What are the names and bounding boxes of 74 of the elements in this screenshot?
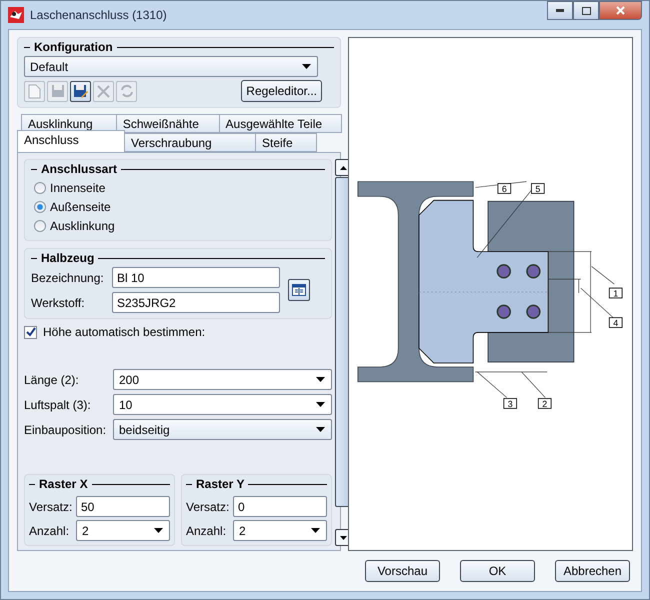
field-label: Luftspalt (3): bbox=[24, 398, 92, 412]
close-button[interactable] bbox=[599, 1, 642, 20]
radio-button[interactable] bbox=[34, 200, 46, 212]
radio-label: Außenseite bbox=[50, 200, 111, 214]
field-label: Einbauposition: bbox=[24, 422, 108, 436]
floppy-disk-pencil-icon bbox=[73, 84, 88, 98]
caret-icon bbox=[316, 377, 325, 382]
up-arrow-icon bbox=[340, 166, 347, 170]
callout-label: 3 bbox=[503, 398, 518, 409]
radio-label: Innenseite bbox=[50, 180, 106, 194]
field-label: Versatz: bbox=[186, 500, 230, 514]
checkbox-label: Höhe automatisch bestimmen: bbox=[43, 325, 206, 339]
tab[interactable]: Ausgewählte Teile bbox=[218, 114, 342, 133]
dropdown-field[interactable]: 2 bbox=[76, 520, 170, 541]
minimize-button[interactable] bbox=[547, 1, 573, 20]
group-title: Konfiguration bbox=[34, 40, 113, 54]
field-label: Versatz: bbox=[29, 500, 73, 514]
radio-option[interactable]: Innenseite bbox=[31, 178, 325, 197]
text-field[interactable]: Bl 10 bbox=[112, 267, 280, 288]
radio-label: Ausklinkung bbox=[50, 218, 115, 232]
radio-option[interactable]: Ausklinkung bbox=[31, 216, 325, 235]
checkmark-icon bbox=[26, 327, 36, 337]
checkbox[interactable] bbox=[24, 326, 37, 338]
catalog-button[interactable] bbox=[288, 279, 310, 301]
group-title: Raster Y bbox=[196, 477, 244, 491]
group-title: Halbzeug bbox=[41, 251, 94, 265]
down-arrow-icon bbox=[340, 536, 347, 540]
tab[interactable]: Verschraubung bbox=[124, 133, 256, 152]
caret-icon bbox=[316, 427, 325, 432]
new-document-icon bbox=[28, 84, 41, 98]
dropdown-field[interactable]: 200 bbox=[113, 369, 332, 390]
cancel-button[interactable]: Abbrechen bbox=[555, 560, 630, 582]
caret-icon bbox=[154, 528, 163, 533]
callout-label: 6 bbox=[498, 183, 512, 194]
callout-label: 4 bbox=[608, 317, 623, 328]
preview-button[interactable]: Vorschau bbox=[365, 560, 440, 582]
rule-editor-button[interactable]: Regeleditor... bbox=[241, 80, 322, 102]
tab[interactable]: Anschluss bbox=[17, 130, 125, 152]
refresh-icon bbox=[120, 84, 134, 98]
caret-icon bbox=[316, 402, 325, 407]
radio-button[interactable] bbox=[34, 182, 46, 194]
callout-label: 5 bbox=[531, 183, 545, 194]
group-title: Raster X bbox=[39, 477, 88, 491]
close-icon bbox=[616, 6, 625, 15]
field-label: Anzahl: bbox=[186, 524, 228, 538]
text-field[interactable]: S235JRG2 bbox=[112, 292, 280, 313]
radio-button[interactable] bbox=[34, 220, 46, 232]
app-logo-icon bbox=[8, 7, 24, 23]
maximize-button[interactable] bbox=[573, 1, 599, 20]
dropdown-field[interactable]: 2 bbox=[233, 520, 327, 541]
delete-icon bbox=[97, 84, 110, 98]
table-icon bbox=[292, 284, 306, 296]
field-label: Anzahl: bbox=[29, 524, 70, 538]
tab[interactable]: Steife bbox=[255, 133, 317, 152]
caret-icon bbox=[302, 64, 311, 69]
field-label: Werkstoff: bbox=[31, 296, 86, 310]
caret-icon bbox=[311, 528, 320, 533]
dropdown-field[interactable]: 10 bbox=[113, 394, 332, 415]
minimize-icon bbox=[556, 9, 564, 12]
configuration-dropdown[interactable]: Default bbox=[24, 56, 318, 77]
window-title: Laschenanschluss (1310) bbox=[30, 8, 167, 22]
callout-label: 1 bbox=[608, 288, 623, 298]
ok-button[interactable]: OK bbox=[460, 560, 535, 582]
radio-option[interactable]: Außenseite bbox=[31, 197, 325, 216]
callout-label: 2 bbox=[538, 398, 552, 409]
text-field[interactable]: 0 bbox=[233, 496, 327, 517]
tab[interactable]: Schweißnähte bbox=[116, 114, 220, 133]
maximize-icon bbox=[582, 6, 590, 14]
dropdown-field[interactable]: beidseitig bbox=[113, 419, 332, 440]
text-field[interactable]: 50 bbox=[76, 496, 170, 517]
group-title: Anschlussart bbox=[41, 162, 118, 176]
field-label: Länge (2): bbox=[24, 372, 80, 386]
save-as-button[interactable] bbox=[70, 80, 91, 102]
field-label: Bezeichnung: bbox=[31, 270, 105, 284]
